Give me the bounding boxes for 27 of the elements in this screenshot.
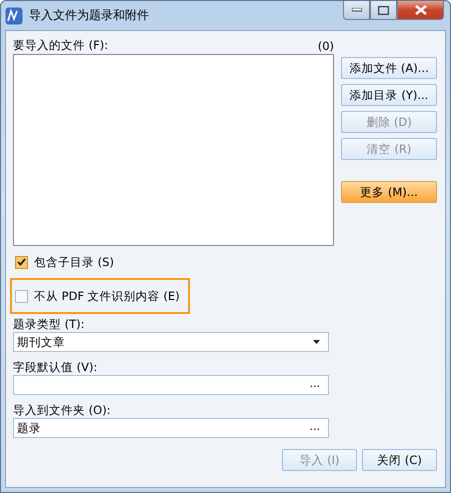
maximize-icon	[378, 6, 389, 14]
minimize-icon	[352, 8, 362, 12]
field-label: 题录类型 (T):	[13, 317, 86, 332]
checkbox[interactable]	[15, 256, 28, 268]
browse-button[interactable]: ...	[310, 420, 320, 436]
app-logo-icon	[5, 6, 23, 24]
checkbox-label: 不从 PDF 文件识别内容 (E)	[34, 288, 180, 304]
browse-button[interactable]: ...	[310, 378, 320, 392]
input-field[interactable]: 题录 ...	[13, 418, 329, 438]
maximize-button[interactable]	[370, 1, 397, 20]
dialog-button[interactable]: 关闭 (C)	[362, 449, 437, 471]
field-label: 字段默认值 (V):	[13, 360, 98, 375]
field-label: 导入到文件夹 (O):	[13, 403, 112, 418]
checkbox-label: 包含子目录 (S)	[34, 254, 114, 270]
dropdown-arrow-icon	[313, 340, 320, 344]
window-title: 导入文件为题录和附件	[29, 7, 149, 24]
side-button[interactable]: 添加文件 (A)...	[341, 57, 437, 79]
close-button[interactable]	[397, 1, 444, 20]
close-icon	[414, 5, 426, 15]
side-button[interactable]: 更多 (M)...	[341, 181, 437, 203]
type-dropdown[interactable]: 期刊文章	[13, 332, 329, 352]
checkbox[interactable]	[15, 290, 28, 302]
minimize-button[interactable]	[343, 1, 370, 20]
files-label: 要导入的文件 (F):	[13, 38, 108, 53]
file-count: (0)	[318, 38, 334, 52]
input-field[interactable]: ...	[13, 375, 329, 395]
side-button[interactable]: 添加目录 (Y)...	[341, 84, 437, 106]
